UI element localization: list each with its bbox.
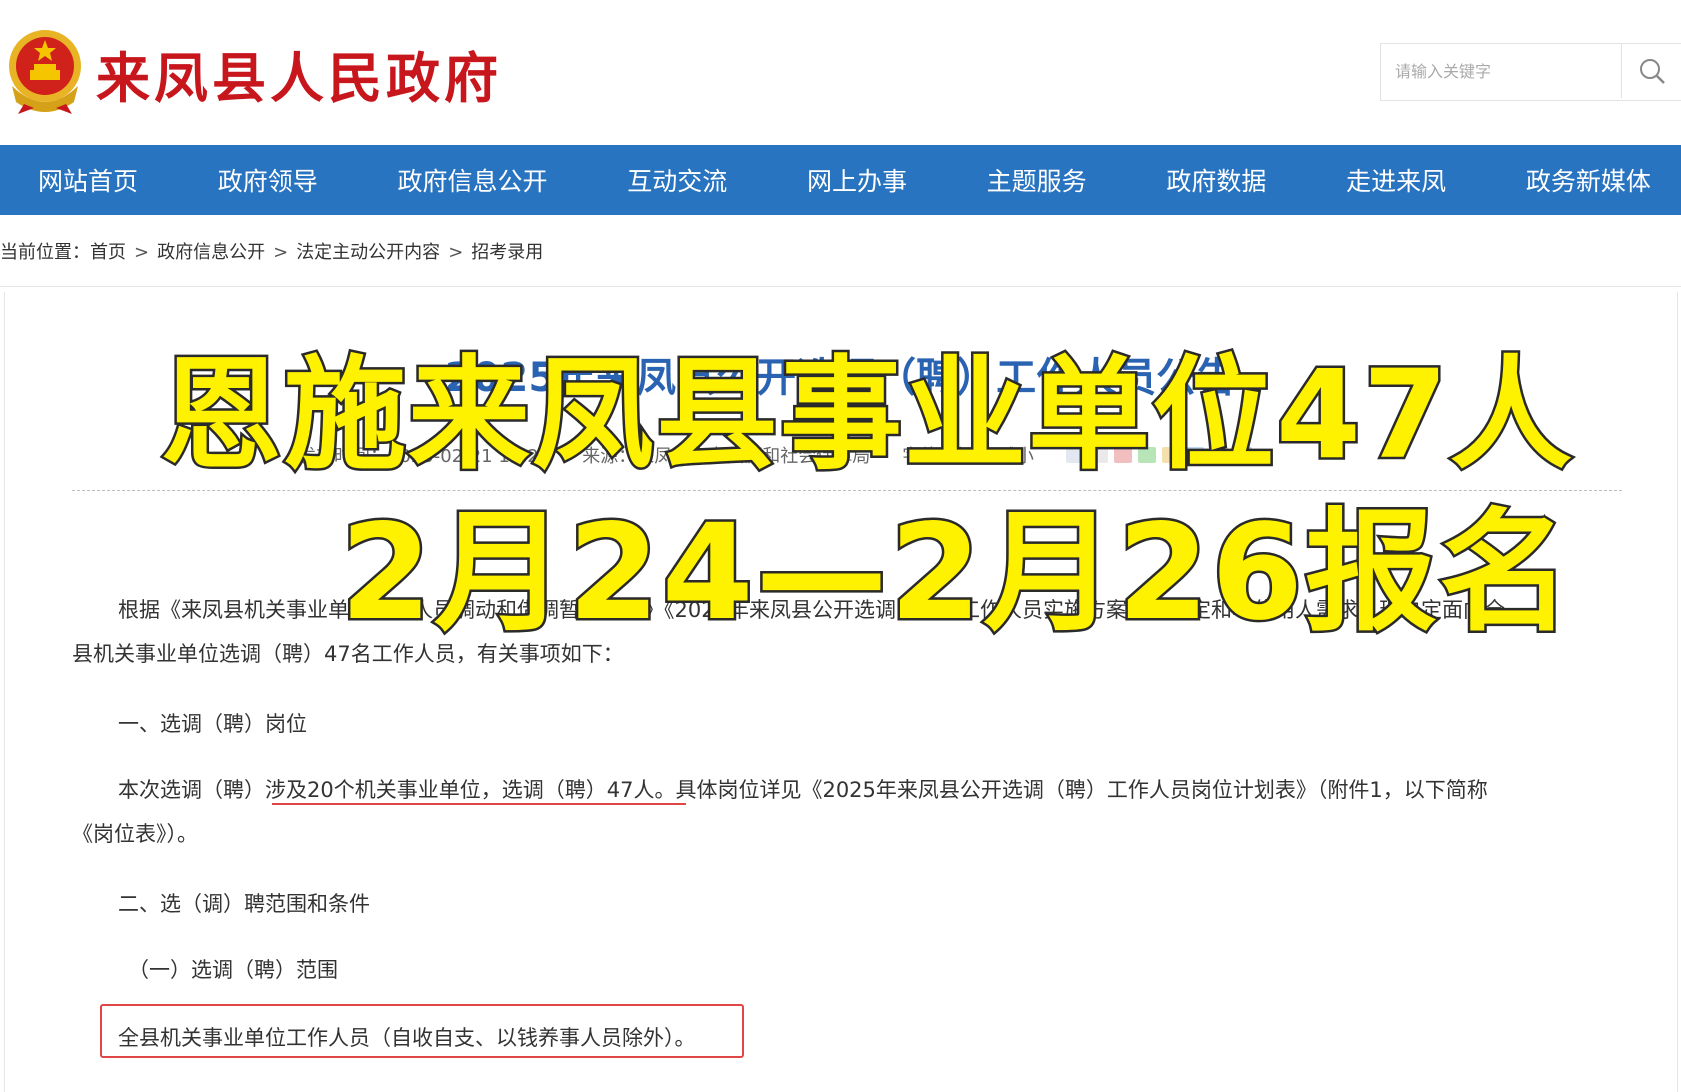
section-heading-positions: 一、选调（聘）岗位 [118,712,307,736]
search-input[interactable] [1381,44,1644,98]
breadcrumb-separator: > [448,242,464,263]
positions-text-pre: 本次选调（聘） [118,778,265,802]
breadcrumb-home[interactable]: 首页 [90,242,126,263]
positions-text-post: 。具体岗位详见《2025年来凤县公开选调（聘）工作人员岗位计划表》（附件1，以下… [654,778,1488,802]
breadcrumb-prefix: 当前位置： [0,242,90,263]
main-nav: 网站首页 政府领导 政府信息公开 互动交流 网上办事 主题服务 政府数据 走进来… [0,145,1681,215]
nav-item-info-disclosure[interactable]: 政府信息公开 [397,162,547,198]
paragraph-positions-line1: 本次选调（聘）涉及20个机关事业单位，选调（聘）47人。具体岗位详见《2025年… [118,768,1488,812]
breadcrumb-recruitment[interactable]: 招考录用 [471,242,543,263]
overlay-caption-line2: 2月24—2月26报名 [337,494,1574,653]
national-emblem-icon [9,30,81,114]
red-underline-annotation [272,803,686,805]
nav-item-gov-data[interactable]: 政府数据 [1166,162,1266,198]
search-box [1380,43,1681,101]
breadcrumb-separator: > [134,242,150,263]
breadcrumb-statutory-content[interactable]: 法定主动公开内容 [296,242,440,263]
nav-item-topic-services[interactable]: 主题服务 [987,162,1087,198]
paragraph-positions-line2: 《岗位表》）。 [72,822,198,846]
search-icon [1640,59,1665,84]
search-button[interactable] [1621,44,1681,98]
nav-item-home[interactable]: 网站首页 [38,162,138,198]
subsection-heading-scope: （一）选调（聘）范围 [128,958,338,982]
site-header: 来凤县人民政府 [0,0,1681,145]
nav-item-new-media[interactable]: 政务新媒体 [1526,162,1651,198]
nav-item-about-laifeng[interactable]: 走进来凤 [1346,162,1446,198]
breadcrumb: 当前位置：首页 > 政府信息公开 > 法定主动公开内容 > 招考录用 [0,238,543,264]
paragraph-scope: 全县机关事业单位工作人员（自收自支、以钱养事人员除外）。 [118,1026,696,1050]
section-heading-scope: 二、选（调）聘范围和条件 [118,892,370,916]
positions-text-highlight: 涉及20个机关事业单位，选调（聘）47人 [265,778,655,802]
nav-item-interaction[interactable]: 互动交流 [627,162,727,198]
site-title[interactable]: 来凤县人民政府 [96,34,502,113]
breadcrumb-info-disclosure[interactable]: 政府信息公开 [157,242,265,263]
nav-item-leaders[interactable]: 政府领导 [218,162,318,198]
divider [0,286,1681,287]
breadcrumb-separator: > [273,242,289,263]
nav-item-online-services[interactable]: 网上办事 [807,162,907,198]
